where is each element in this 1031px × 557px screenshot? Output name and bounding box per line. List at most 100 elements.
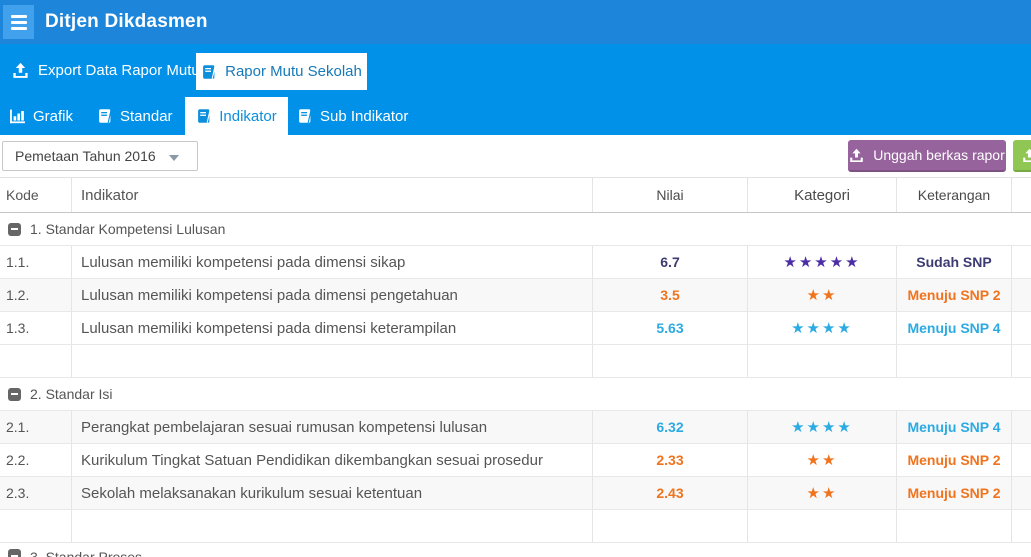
collapse-icon[interactable] <box>8 549 21 557</box>
book-icon <box>201 64 217 80</box>
cell-indikator: Lulusan memiliki kompetensi pada dimensi… <box>72 279 593 311</box>
tab-bar: Grafik Standar Indikator Sub Indikator <box>0 97 1031 135</box>
table-header-row: Kode Indikator Nilai Kategori Keterangan <box>0 178 1031 213</box>
section-title: 3. Standar Proses <box>30 549 143 557</box>
cell-indikator: Sekolah melaksanakan kurikulum sesuai ke… <box>72 477 593 509</box>
cell-keterangan: Menuju SNP 4 <box>897 312 1012 344</box>
export-data-rapor-mutu-button[interactable]: Export Data Rapor Mutu <box>12 44 200 97</box>
col-header-keterangan: Keterangan <box>897 178 1012 212</box>
cell-keterangan: Menuju SNP 2 <box>897 444 1012 476</box>
page-title: Ditjen Dikdasmen <box>45 11 208 32</box>
col-header-indikator: Indikator <box>72 178 593 212</box>
table-row: 1.3. Lulusan memiliki kompetensi pada di… <box>0 312 1031 345</box>
book-icon <box>97 108 113 124</box>
tab-indikator-label: Indikator <box>219 107 277 125</box>
star-rating: ★★★★ <box>748 312 897 344</box>
section-title: 1. Standar Kompetensi Lulusan <box>30 221 226 237</box>
cell-spacer <box>1012 246 1031 278</box>
cell-nilai: 5.63 <box>593 312 748 344</box>
cell-spacer <box>1012 279 1031 311</box>
table-row-empty <box>0 345 1031 378</box>
cell-nilai: 2.33 <box>593 444 748 476</box>
tab-sub-indikator[interactable]: Sub Indikator <box>297 97 408 135</box>
table-row: 2.2. Kurikulum Tingkat Satuan Pendidikan… <box>0 444 1031 477</box>
col-header-nilai: Nilai <box>593 178 748 212</box>
cell-spacer <box>1012 477 1031 509</box>
cell-kode: 2.2. <box>0 444 72 476</box>
star-rating: ★★★★ <box>748 411 897 443</box>
star-rating: ★★ <box>748 477 897 509</box>
cell-nilai <box>593 345 748 377</box>
tab-grafik-label: Grafik <box>33 107 74 125</box>
year-select-value: Pemetaan Tahun 2016 <box>15 148 156 164</box>
col-header-kode: Kode <box>0 178 72 212</box>
tab-grafik[interactable]: Grafik <box>9 97 73 135</box>
unggah-berkas-rapor-button[interactable]: Unggah berkas rapor <box>848 140 1006 172</box>
cell-kode: 1.2. <box>0 279 72 311</box>
collapse-icon[interactable] <box>8 387 21 401</box>
cell-spacer <box>1012 510 1031 542</box>
tab-sub-indikator-label: Sub Indikator <box>320 107 409 125</box>
cell-indikator: Lulusan memiliki kompetensi pada dimensi… <box>72 246 593 278</box>
app-window: Ditjen Dikdasmen Export Data Rapor Mutu … <box>0 0 1031 557</box>
collapse-icon[interactable] <box>8 222 21 236</box>
top-header-bar: Ditjen Dikdasmen <box>0 0 1031 44</box>
hamburger-menu-button[interactable] <box>3 5 34 39</box>
book-icon <box>297 108 313 124</box>
cell-kode: 1.1. <box>0 246 72 278</box>
star-rating: ★★ <box>748 279 897 311</box>
chevron-down-icon <box>169 155 179 161</box>
cell-nilai: 6.32 <box>593 411 748 443</box>
cell-keterangan: Menuju SNP 2 <box>897 279 1012 311</box>
section-row-1[interactable]: 1. Standar Kompetensi Lulusan <box>0 213 1031 246</box>
col-header-kategori: Kategori <box>748 178 897 212</box>
table-row: 2.3. Sekolah melaksanakan kurikulum sesu… <box>0 477 1031 510</box>
table-row: 1.2. Lulusan memiliki kompetensi pada di… <box>0 279 1031 312</box>
indicator-table: Kode Indikator Nilai Kategori Keterangan… <box>0 177 1031 557</box>
upload-icon <box>1022 148 1031 163</box>
cell-kategori <box>748 345 897 377</box>
star-rating: ★★ <box>748 444 897 476</box>
export-label: Export Data Rapor Mutu <box>38 62 200 79</box>
year-select[interactable]: Pemetaan Tahun 2016 <box>2 141 198 171</box>
upload-icon <box>849 148 864 163</box>
cell-nilai: 2.43 <box>593 477 748 509</box>
cell-indikator: Lulusan memiliki kompetensi pada dimensi… <box>72 312 593 344</box>
cell-spacer <box>1012 444 1031 476</box>
cell-indikator <box>72 345 593 377</box>
cell-nilai: 3.5 <box>593 279 748 311</box>
cell-keterangan: Menuju SNP 2 <box>897 477 1012 509</box>
book-icon <box>196 108 212 124</box>
section-title: 2. Standar Isi <box>30 386 113 402</box>
section-row-3[interactable]: 3. Standar Proses <box>0 543 1031 557</box>
table-row: 2.1. Perangkat pembelajaran sesuai rumus… <box>0 411 1031 444</box>
cell-kode: 1.3. <box>0 312 72 344</box>
rapor-label: Rapor Mutu Sekolah <box>225 63 362 80</box>
upload-icon <box>12 62 29 79</box>
star-rating: ★★★★★ <box>748 246 897 278</box>
cell-indikator: Kurikulum Tingkat Satuan Pendidikan dike… <box>72 444 593 476</box>
tab-standar-label: Standar <box>120 107 173 125</box>
unggah-label: Unggah berkas rapor <box>873 147 1005 163</box>
rapor-mutu-sekolah-button[interactable]: Rapor Mutu Sekolah <box>196 53 367 90</box>
cell-keterangan: Menuju SNP 4 <box>897 411 1012 443</box>
tab-standar[interactable]: Standar <box>97 97 173 135</box>
table-row-empty <box>0 510 1031 543</box>
cell-kode: 2.3. <box>0 477 72 509</box>
col-header-spacer <box>1012 178 1031 212</box>
cell-nilai <box>593 510 748 542</box>
cell-keterangan: Sudah SNP <box>897 246 1012 278</box>
content-area: Pemetaan Tahun 2016 Unggah berkas rapor … <box>0 135 1031 557</box>
cell-kategori <box>748 510 897 542</box>
tab-indikator-active[interactable]: Indikator <box>185 97 288 135</box>
bar-chart-icon <box>9 108 26 125</box>
hamburger-icon <box>10 14 27 30</box>
cell-spacer <box>1012 345 1031 377</box>
cell-spacer <box>1012 312 1031 344</box>
section-row-2[interactable]: 2. Standar Isi <box>0 378 1031 411</box>
cell-keterangan <box>897 345 1012 377</box>
toolbar: Export Data Rapor Mutu Rapor Mutu Sekola… <box>0 44 1031 97</box>
green-action-button[interactable] <box>1013 140 1031 172</box>
cell-kode <box>0 510 72 542</box>
cell-kode: 2.1. <box>0 411 72 443</box>
